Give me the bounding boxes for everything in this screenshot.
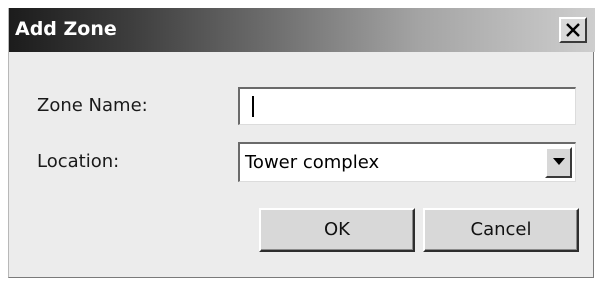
location-label: Location: [37, 151, 120, 172]
text-caret [252, 96, 254, 117]
close-icon [566, 23, 580, 37]
location-selected-value: Tower complex [245, 152, 380, 173]
zone-name-input[interactable] [238, 87, 576, 125]
close-button[interactable] [559, 17, 587, 43]
add-zone-dialog: Add Zone Zone Name: Location: Tower comp… [8, 8, 595, 278]
cancel-button[interactable]: Cancel [423, 208, 579, 252]
location-select[interactable]: Tower complex [238, 142, 576, 182]
ok-button[interactable]: OK [259, 208, 415, 252]
zone-name-label: Zone Name: [37, 95, 148, 116]
title-bar[interactable]: Add Zone [9, 8, 595, 52]
dialog-title: Add Zone [15, 18, 117, 40]
chevron-down-icon [553, 158, 565, 165]
location-dropdown-button[interactable] [545, 147, 572, 178]
